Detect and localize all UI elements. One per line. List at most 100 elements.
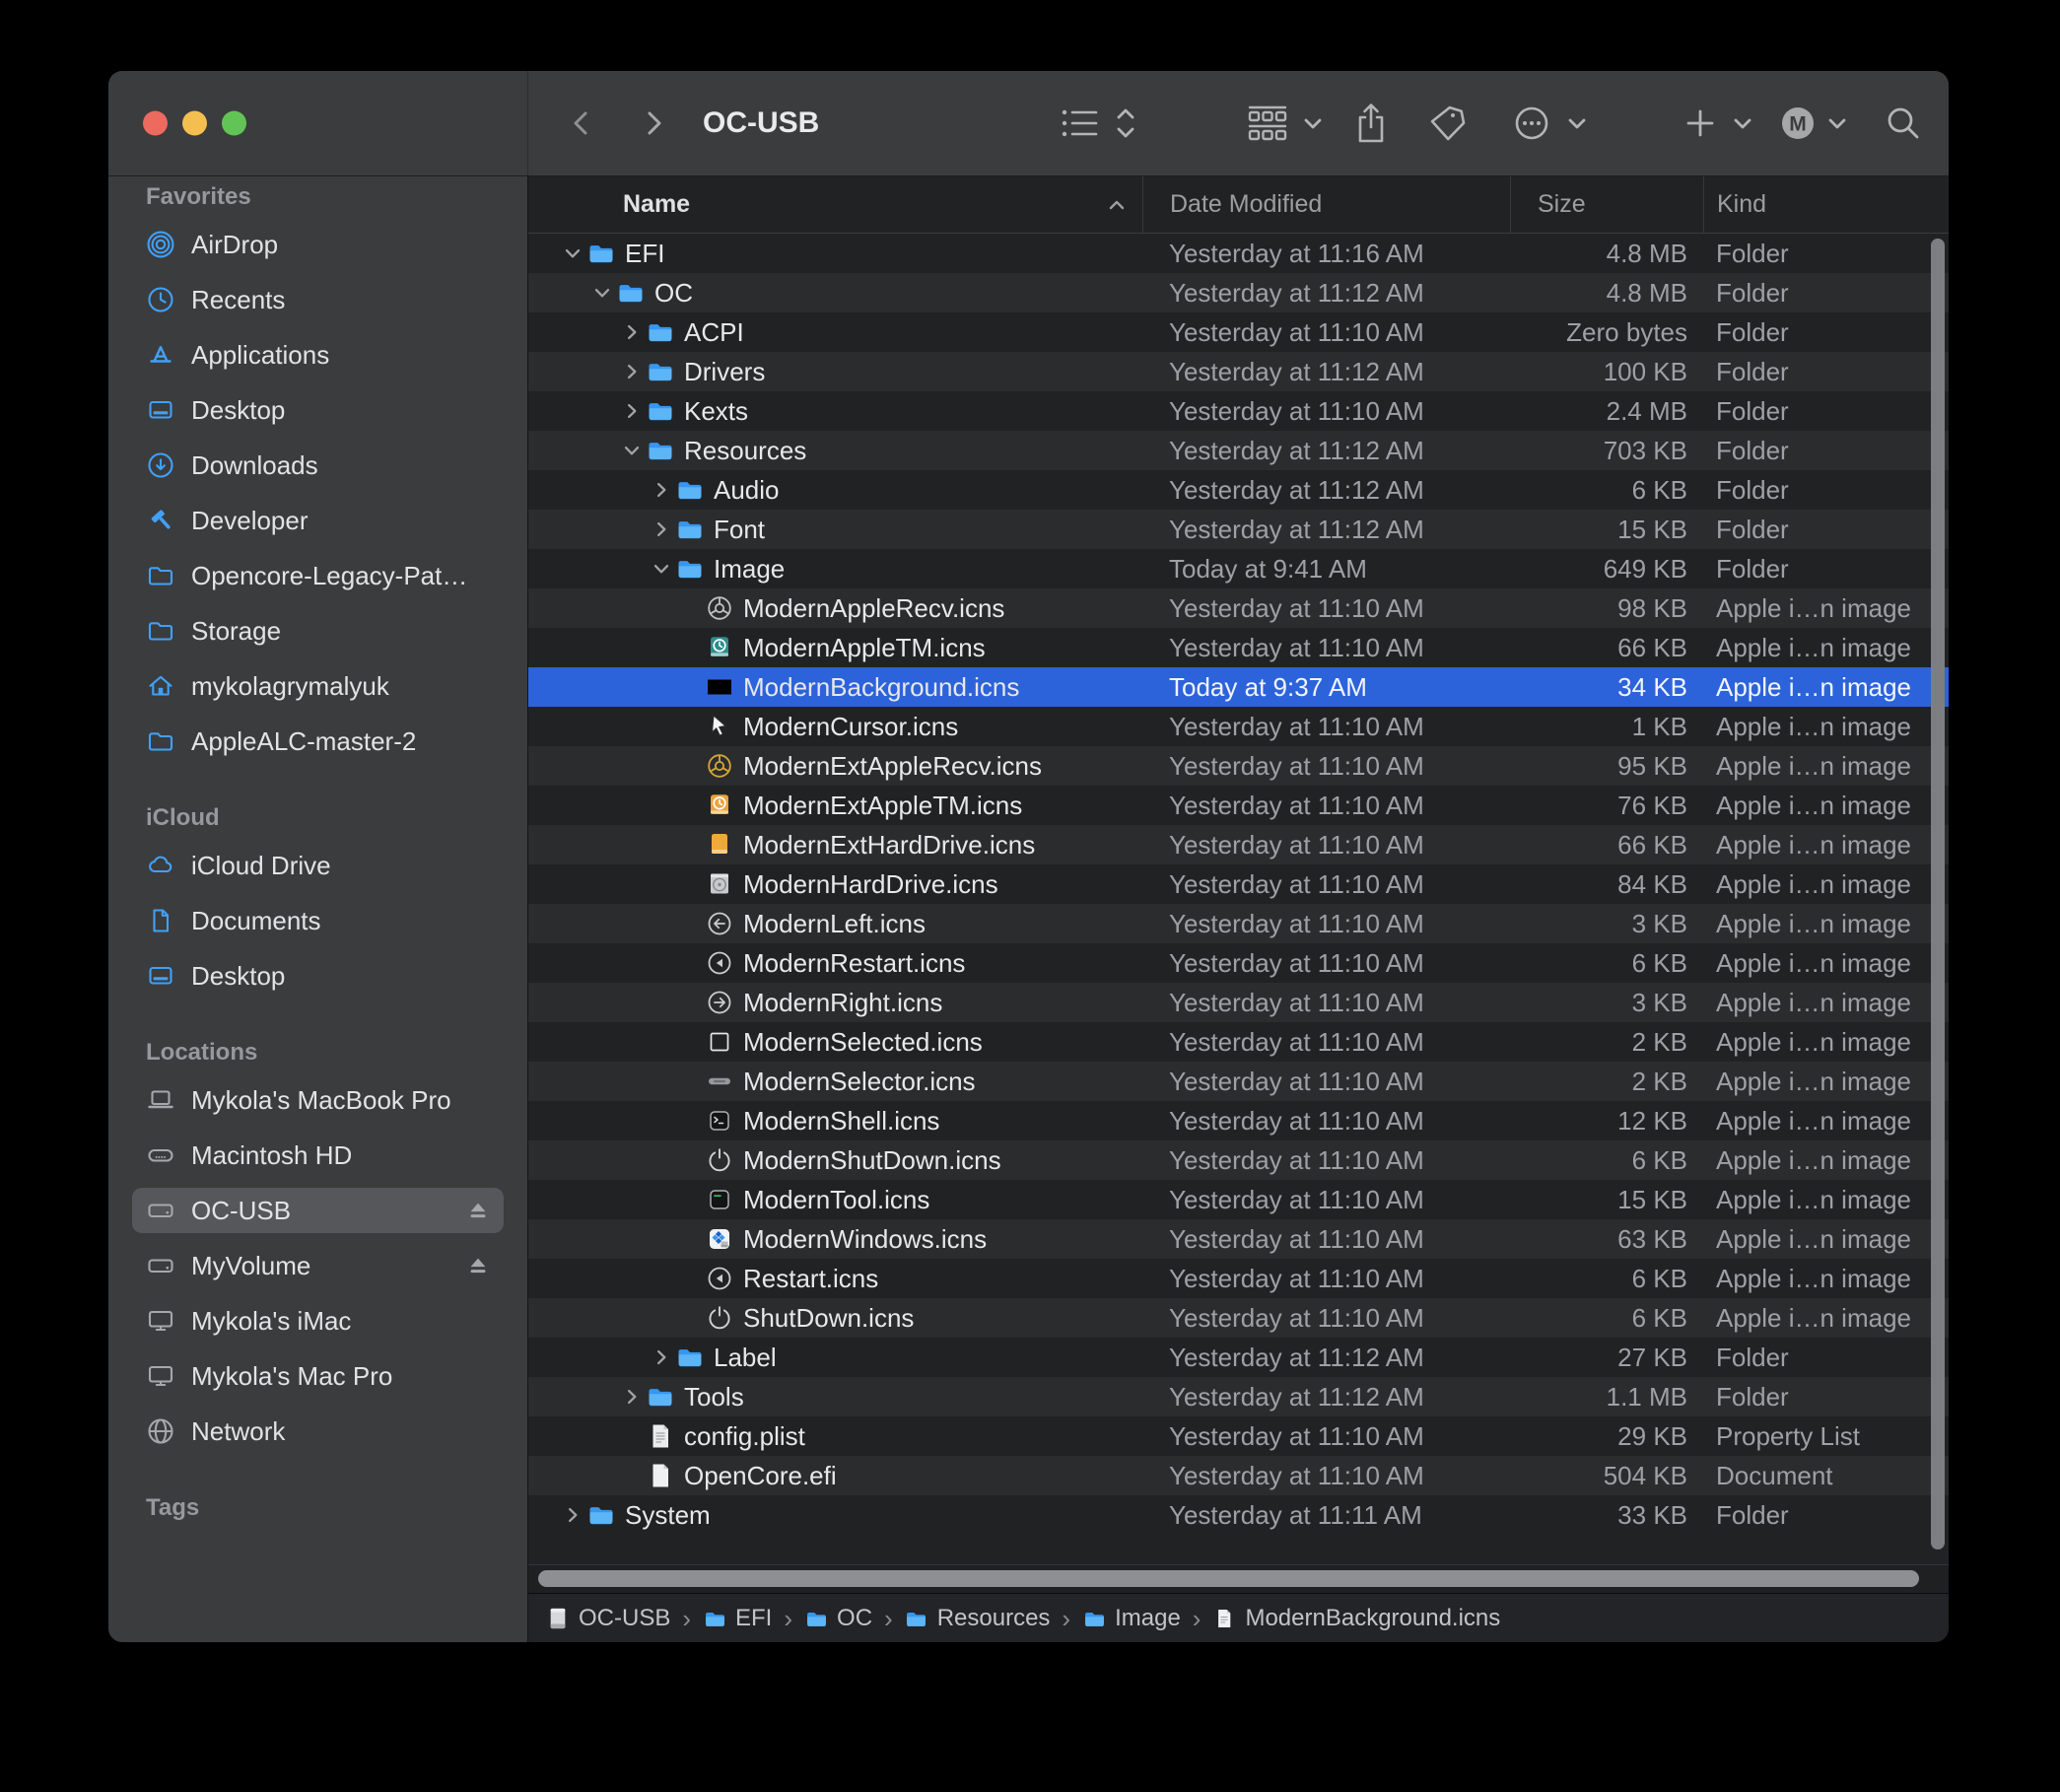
sidebar-item-mykola-s-imac[interactable]: Mykola's iMac bbox=[132, 1298, 504, 1344]
eject-icon[interactable] bbox=[466, 1254, 490, 1277]
avatar-chevron-down-icon[interactable] bbox=[1825, 111, 1849, 135]
disclosure-closed-icon[interactable] bbox=[617, 357, 647, 386]
column-header-kind[interactable]: Kind bbox=[1703, 176, 1949, 233]
table-row[interactable]: ModernBackground.icnsToday at 9:37 AM34 … bbox=[528, 667, 1949, 707]
sidebar-item-desktop[interactable]: Desktop bbox=[132, 953, 504, 999]
close-button[interactable] bbox=[143, 111, 168, 136]
table-row[interactable]: SystemYesterday at 11:11 AM33 KBFolder bbox=[528, 1495, 1949, 1535]
forward-icon[interactable] bbox=[638, 105, 669, 141]
back-icon[interactable] bbox=[566, 105, 597, 141]
disclosure-closed-icon[interactable] bbox=[617, 1382, 647, 1412]
table-row[interactable]: AudioYesterday at 11:12 AM6 KBFolder bbox=[528, 470, 1949, 510]
vertical-scrollbar-thumb[interactable] bbox=[1931, 239, 1945, 1550]
table-row[interactable]: LabelYesterday at 11:12 AM27 KBFolder bbox=[528, 1338, 1949, 1377]
table-row[interactable]: ModernExtHardDrive.icnsYesterday at 11:1… bbox=[528, 825, 1949, 864]
column-header-date-modified[interactable]: Date Modified bbox=[1142, 176, 1510, 233]
more-icon[interactable] bbox=[1512, 103, 1551, 143]
disclosure-open-icon[interactable] bbox=[558, 239, 587, 268]
table-row[interactable]: ShutDown.icnsYesterday at 11:10 AM6 KBAp… bbox=[528, 1298, 1949, 1338]
table-row[interactable]: config.plistYesterday at 11:10 AM29 KBPr… bbox=[528, 1416, 1949, 1456]
table-row[interactable]: ModernRight.icnsYesterday at 11:10 AM3 K… bbox=[528, 983, 1949, 1022]
table-row[interactable]: KextsYesterday at 11:10 AM2.4 MBFolder bbox=[528, 391, 1949, 431]
column-header-size[interactable]: Size bbox=[1510, 176, 1703, 233]
minimize-button[interactable] bbox=[182, 111, 207, 136]
table-row[interactable]: ToolsYesterday at 11:12 AM1.1 MBFolder bbox=[528, 1377, 1949, 1416]
sidebar-item-network[interactable]: Network bbox=[132, 1409, 504, 1454]
file-name-label: Tools bbox=[684, 1382, 744, 1413]
sidebar-item-opencore-legacy-pat-[interactable]: Opencore-Legacy-Pat… bbox=[132, 553, 504, 598]
disclosure-open-icon[interactable] bbox=[587, 278, 617, 308]
sidebar-item-mykolagrymalyuk[interactable]: mykolagrymalyuk bbox=[132, 663, 504, 709]
list-view-icon[interactable] bbox=[1061, 106, 1100, 140]
share-icon[interactable] bbox=[1352, 102, 1390, 145]
table-row[interactable]: ModernSelected.icnsYesterday at 11:10 AM… bbox=[528, 1022, 1949, 1062]
path-item-oc-usb[interactable]: OC-USB bbox=[546, 1605, 670, 1632]
table-row[interactable]: ModernAppleTM.icnsYesterday at 11:10 AM6… bbox=[528, 628, 1949, 667]
eject-icon[interactable] bbox=[466, 1199, 490, 1222]
tag-icon[interactable] bbox=[1427, 103, 1469, 144]
table-row[interactable]: ResourcesYesterday at 11:12 AM703 KBFold… bbox=[528, 431, 1949, 470]
sidebar-item-oc-usb[interactable]: OC-USB bbox=[132, 1188, 504, 1233]
table-row[interactable]: ModernExtAppleRecv.icnsYesterday at 11:1… bbox=[528, 746, 1949, 786]
sidebar-item-macintosh-hd[interactable]: Macintosh HD bbox=[132, 1133, 504, 1178]
sidebar-item-myvolume[interactable]: MyVolume bbox=[132, 1243, 504, 1288]
sidebar-item-applications[interactable]: Applications bbox=[132, 332, 504, 378]
column-header-name[interactable]: Name bbox=[528, 176, 1142, 233]
add-icon[interactable] bbox=[1683, 106, 1717, 140]
sidebar-item-desktop[interactable]: Desktop bbox=[132, 387, 504, 433]
zoom-button[interactable] bbox=[222, 111, 246, 136]
sidebar-item-icloud-drive[interactable]: iCloud Drive bbox=[132, 843, 504, 888]
sidebar-item-downloads[interactable]: Downloads bbox=[132, 443, 504, 488]
disclosure-closed-icon[interactable] bbox=[558, 1500, 587, 1530]
table-row[interactable]: OCYesterday at 11:12 AM4.8 MBFolder bbox=[528, 273, 1949, 312]
table-row[interactable]: ModernLeft.icnsYesterday at 11:10 AM3 KB… bbox=[528, 904, 1949, 943]
sidebar-item-airdrop[interactable]: AirDrop bbox=[132, 222, 504, 267]
table-row[interactable]: ModernTool.icnsYesterday at 11:10 AM15 K… bbox=[528, 1180, 1949, 1219]
table-row[interactable]: ImageToday at 9:41 AM649 KBFolder bbox=[528, 549, 1949, 588]
group-icon[interactable] bbox=[1246, 103, 1289, 143]
kind-cell: Folder bbox=[1703, 1338, 1949, 1377]
disclosure-closed-icon[interactable] bbox=[647, 475, 676, 505]
table-row[interactable]: ACPIYesterday at 11:10 AMZero bytesFolde… bbox=[528, 312, 1949, 352]
table-row[interactable]: FontYesterday at 11:12 AM15 KBFolder bbox=[528, 510, 1949, 549]
disclosure-closed-icon[interactable] bbox=[647, 515, 676, 544]
sidebar-item-applealc-master-2[interactable]: AppleALC-master-2 bbox=[132, 719, 504, 764]
search-icon[interactable] bbox=[1885, 104, 1922, 142]
table-row[interactable]: ModernAppleRecv.icnsYesterday at 11:10 A… bbox=[528, 588, 1949, 628]
table-row[interactable]: ModernExtAppleTM.icnsYesterday at 11:10 … bbox=[528, 786, 1949, 825]
sidebar-item-developer[interactable]: Developer bbox=[132, 498, 504, 543]
sidebar-item-mykola-s-mac-pro[interactable]: Mykola's Mac Pro bbox=[132, 1353, 504, 1399]
disclosure-closed-icon[interactable] bbox=[617, 317, 647, 347]
table-row[interactable]: ModernCursor.icnsYesterday at 11:10 AM1 … bbox=[528, 707, 1949, 746]
more-chevron-down-icon[interactable] bbox=[1565, 111, 1589, 135]
path-item-efi[interactable]: EFI bbox=[703, 1605, 772, 1632]
account-avatar[interactable]: M bbox=[1778, 103, 1818, 143]
sort-updown-icon[interactable] bbox=[1114, 103, 1137, 143]
group-chevron-down-icon[interactable] bbox=[1301, 111, 1325, 135]
sidebar-item-mykola-s-macbook-pro[interactable]: Mykola's MacBook Pro bbox=[132, 1077, 504, 1123]
path-item-oc[interactable]: OC bbox=[804, 1605, 872, 1632]
table-row[interactable]: Restart.icnsYesterday at 11:10 AM6 KBApp… bbox=[528, 1259, 1949, 1298]
table-row[interactable]: ModernRestart.icnsYesterday at 11:10 AM6… bbox=[528, 943, 1949, 983]
disclosure-closed-icon[interactable] bbox=[647, 1343, 676, 1372]
table-row[interactable]: ModernShell.icnsYesterday at 11:10 AM12 … bbox=[528, 1101, 1949, 1140]
disclosure-open-icon[interactable] bbox=[647, 554, 676, 584]
sidebar-item-documents[interactable]: Documents bbox=[132, 898, 504, 943]
file-name-cell: ModernHardDrive.icns bbox=[528, 864, 1142, 904]
path-item-resources[interactable]: Resources bbox=[905, 1605, 1051, 1632]
table-row[interactable]: OpenCore.efiYesterday at 11:10 AM504 KBD… bbox=[528, 1456, 1949, 1495]
disclosure-open-icon[interactable] bbox=[617, 436, 647, 465]
path-item-image[interactable]: Image bbox=[1082, 1605, 1181, 1632]
table-row[interactable]: ModernShutDown.icnsYesterday at 11:10 AM… bbox=[528, 1140, 1949, 1180]
table-row[interactable]: DriversYesterday at 11:12 AM100 KBFolder bbox=[528, 352, 1949, 391]
table-row[interactable]: ModernWindows.icnsYesterday at 11:10 AM6… bbox=[528, 1219, 1949, 1259]
disclosure-closed-icon[interactable] bbox=[617, 396, 647, 426]
table-row[interactable]: EFIYesterday at 11:16 AM4.8 MBFolder bbox=[528, 234, 1949, 273]
path-item-modernbackground-icns[interactable]: ModernBackground.icns bbox=[1212, 1605, 1500, 1632]
sidebar-item-recents[interactable]: Recents bbox=[132, 277, 504, 322]
horizontal-scrollbar-thumb[interactable] bbox=[538, 1570, 1919, 1587]
add-chevron-down-icon[interactable] bbox=[1731, 111, 1754, 135]
sidebar-item-storage[interactable]: Storage bbox=[132, 608, 504, 654]
table-row[interactable]: ModernSelector.icnsYesterday at 11:10 AM… bbox=[528, 1062, 1949, 1101]
table-row[interactable]: ModernHardDrive.icnsYesterday at 11:10 A… bbox=[528, 864, 1949, 904]
